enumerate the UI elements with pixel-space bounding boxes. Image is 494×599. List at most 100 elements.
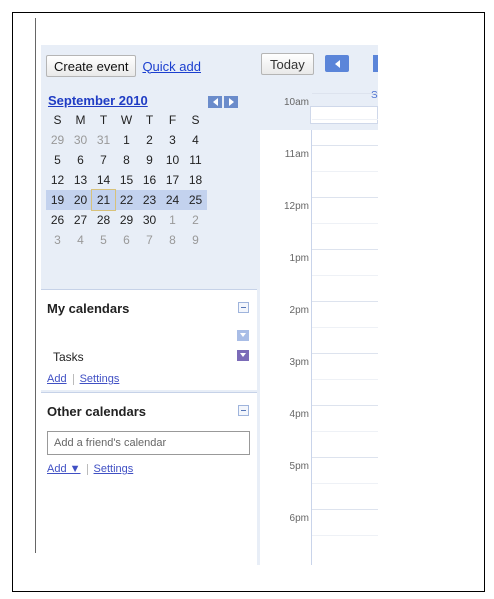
add-friend-calendar-input[interactable] xyxy=(47,431,250,455)
mini-calendar-day[interactable]: 17 xyxy=(161,170,184,190)
mini-calendar-day[interactable]: 23 xyxy=(138,190,161,210)
mini-calendar-day[interactable]: 1 xyxy=(161,210,184,230)
tasks-calendar-item[interactable]: Tasks xyxy=(53,350,84,364)
prev-month-button[interactable] xyxy=(208,96,222,108)
mini-calendar-day[interactable]: 25 xyxy=(184,190,207,210)
mini-calendar-day[interactable]: 29 xyxy=(115,210,138,230)
left-divider-line xyxy=(35,18,36,553)
time-grid[interactable]: 10am 11am 12pm 1pm 2pm 3pm 4pm 5pm 6pm xyxy=(257,93,378,565)
quick-add-link[interactable]: Quick add xyxy=(142,59,201,74)
mini-calendar-day[interactable]: 2 xyxy=(138,130,161,150)
hour-gridline xyxy=(312,197,378,198)
mini-calendar-day[interactable]: 8 xyxy=(161,230,184,250)
my-calendars-links: Add Settings xyxy=(47,373,119,385)
day-of-week-header: F xyxy=(168,113,177,127)
mini-calendar-day[interactable]: 13 xyxy=(69,170,92,190)
mini-calendar-day[interactable]: 12 xyxy=(46,170,69,190)
other-calendars-add-dropdown[interactable]: Add ▼ xyxy=(47,463,81,475)
half-hour-gridline xyxy=(312,483,378,484)
half-hour-gridline xyxy=(312,535,378,536)
hour-gridline xyxy=(312,249,378,250)
grid-left-strip xyxy=(257,130,260,565)
day-column-label[interactable]: S xyxy=(371,90,378,101)
calendar-color-dropdown-icon[interactable] xyxy=(237,330,249,341)
mini-calendar-day[interactable]: 26 xyxy=(46,210,69,230)
mini-calendar-day[interactable]: 30 xyxy=(138,210,161,230)
mini-calendar-week: 19 20 21 22 23 24 25 xyxy=(46,189,207,211)
half-hour-gridline xyxy=(312,275,378,276)
mini-calendar-day[interactable]: 3 xyxy=(46,230,69,250)
mini-calendar-week: 5 6 7 8 9 10 11 xyxy=(46,150,207,170)
mini-calendar-day[interactable]: 1 xyxy=(115,130,138,150)
mini-calendar-day[interactable]: 14 xyxy=(92,170,115,190)
mini-calendar-day[interactable]: 5 xyxy=(46,150,69,170)
mini-calendar-month-title[interactable]: September 2010 xyxy=(48,93,148,108)
mini-calendar-day[interactable]: 3 xyxy=(161,130,184,150)
collapse-my-calendars-button[interactable] xyxy=(238,302,249,313)
mini-calendar-day[interactable]: 28 xyxy=(92,210,115,230)
mini-calendar-day[interactable]: 20 xyxy=(69,190,92,210)
tasks-color-dropdown-icon[interactable] xyxy=(237,350,249,361)
mini-calendar-week: 26 27 28 29 30 1 2 xyxy=(46,210,207,230)
mini-calendar-day[interactable]: 2 xyxy=(184,210,207,230)
today-button[interactable]: Today xyxy=(261,53,314,75)
hour-label: 12pm xyxy=(283,201,309,212)
day-of-week-row: SMTWTFS xyxy=(46,110,207,130)
mini-calendar-day[interactable]: 22 xyxy=(115,190,138,210)
mini-calendar-day[interactable]: 18 xyxy=(184,170,207,190)
day-of-week-header: T xyxy=(99,113,108,127)
all-day-events-area[interactable] xyxy=(310,106,378,124)
mini-calendar-week: 12 13 14 15 16 17 18 xyxy=(46,170,207,190)
day-of-week-header: W xyxy=(120,113,133,127)
link-separator xyxy=(86,463,88,475)
mini-calendar-day[interactable]: 7 xyxy=(92,150,115,170)
other-calendars-links: Add ▼ Settings xyxy=(47,463,133,475)
half-hour-gridline xyxy=(312,431,378,432)
hour-label: 10am xyxy=(283,97,309,108)
chevron-left-icon xyxy=(334,59,340,68)
other-calendars-section: Other calendars Add ▼ Settings xyxy=(41,392,257,566)
mini-calendar-day[interactable]: 9 xyxy=(138,150,161,170)
mini-calendar-week: 29 30 31 1 2 3 4 xyxy=(46,130,207,150)
mini-calendar-day[interactable]: 30 xyxy=(69,130,92,150)
half-hour-gridline xyxy=(312,379,378,380)
mini-calendar-day[interactable]: 8 xyxy=(115,150,138,170)
mini-calendar-day[interactable]: 21 xyxy=(91,189,116,211)
mini-calendar-day[interactable]: 24 xyxy=(161,190,184,210)
mini-calendar-day[interactable]: 4 xyxy=(69,230,92,250)
prev-period-button[interactable] xyxy=(325,55,349,72)
mini-calendar-day[interactable]: 9 xyxy=(184,230,207,250)
hour-label: 1pm xyxy=(289,253,309,264)
half-hour-gridline xyxy=(312,119,378,120)
hour-gridline xyxy=(312,301,378,302)
mini-calendar-day[interactable]: 6 xyxy=(115,230,138,250)
hour-gridline xyxy=(312,405,378,406)
hour-gridline xyxy=(312,145,378,146)
collapse-other-calendars-button[interactable] xyxy=(238,405,249,416)
mini-calendar-day[interactable]: 6 xyxy=(69,150,92,170)
day-of-week-header: T xyxy=(145,113,154,127)
next-month-button[interactable] xyxy=(224,96,238,108)
mini-calendar-day[interactable]: 10 xyxy=(161,150,184,170)
link-separator xyxy=(72,373,74,385)
mini-calendar: S M T W T F S 29 30 31 1 2 3 4 5 6 7 8 9 10 11 12 13 14 15 16 17 18… xyxy=(46,110,207,250)
mini-calendar-day[interactable]: 5 xyxy=(92,230,115,250)
mini-calendar-day[interactable]: 31 xyxy=(92,130,115,150)
sidebar: Create event Quick add September 2010 SM… xyxy=(41,45,257,566)
day-of-week-header: S xyxy=(191,113,200,127)
mini-calendar-day[interactable]: 19 xyxy=(46,190,69,210)
mini-calendar-day[interactable]: 4 xyxy=(184,130,207,150)
mini-calendar-day[interactable]: 7 xyxy=(138,230,161,250)
other-calendars-settings-link[interactable]: Settings xyxy=(94,463,134,475)
mini-calendar-day[interactable]: 27 xyxy=(69,210,92,230)
my-calendars-settings-link[interactable]: Settings xyxy=(80,373,120,385)
mini-calendar-day[interactable]: 15 xyxy=(115,170,138,190)
my-calendars-add-link[interactable]: Add xyxy=(47,373,67,385)
mini-calendar-day[interactable]: 29 xyxy=(46,130,69,150)
next-period-button[interactable] xyxy=(373,55,378,72)
create-event-button[interactable]: Create event xyxy=(46,55,137,77)
time-gutter xyxy=(257,130,312,565)
mini-calendar-day[interactable]: 11 xyxy=(184,150,207,170)
hour-label: 2pm xyxy=(289,305,309,316)
mini-calendar-day[interactable]: 16 xyxy=(138,170,161,190)
